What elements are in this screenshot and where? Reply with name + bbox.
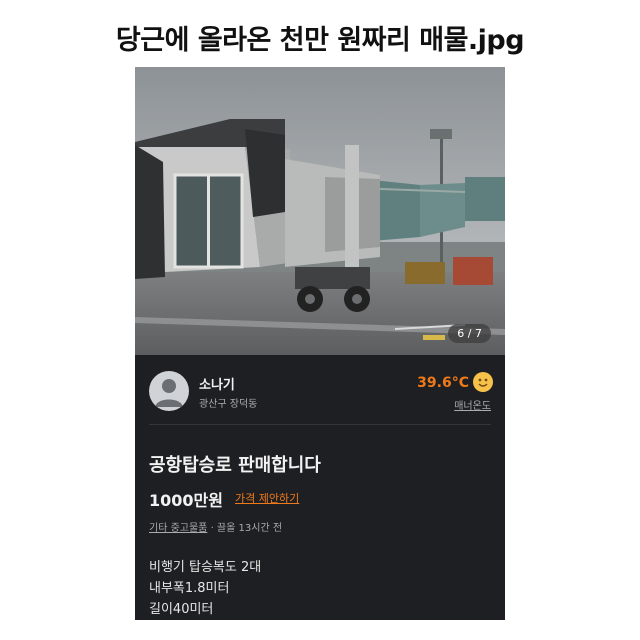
manner-temperature-label[interactable]: 매너온도 (454, 397, 491, 412)
avatar[interactable] (149, 371, 189, 411)
listing-photo[interactable]: 6 / 7 (135, 67, 505, 355)
listing-screen: 6 / 7 소나기 광산구 장덕동 39.6°C 매너온도 공항탑승로 판매합니… (135, 67, 505, 620)
seller-name: 소나기 (199, 378, 235, 393)
listing-title: 공항탑승로 판매합니다 (149, 455, 321, 476)
default-avatar-icon (155, 379, 183, 407)
jet-bridge-photo (135, 67, 505, 355)
seller-profile[interactable]: 소나기 광산구 장덕동 39.6°C 매너온도 (135, 355, 505, 415)
listing-description: 비행기 탑승복도 2대 내부폭1.8미터 길이40미터 (149, 557, 261, 620)
price-offer-link[interactable]: 가격 제안하기 (235, 490, 299, 506)
photo-counter: 6 / 7 (448, 324, 491, 343)
category-link[interactable]: 기타 중고물품 (149, 523, 207, 534)
listing-price: 1000만원 (149, 491, 223, 510)
seller-location: 광산구 장덕동 (199, 399, 258, 410)
manner-temperature: 39.6°C (417, 375, 469, 391)
smile-face-icon (473, 372, 493, 392)
page-title: 당근에 올라온 천만 원짜리 매물.jpg (115, 25, 525, 56)
description-line: 길이40미터 (149, 602, 214, 617)
listing-meta: 기타 중고물품 · 끌올 13시간 전 (149, 519, 282, 534)
description-line: 내부폭1.8미터 (149, 581, 230, 596)
time-info: · 끌올 13시간 전 (210, 523, 283, 534)
description-line: 비행기 탑승복도 2대 (149, 560, 262, 575)
divider (149, 424, 491, 425)
